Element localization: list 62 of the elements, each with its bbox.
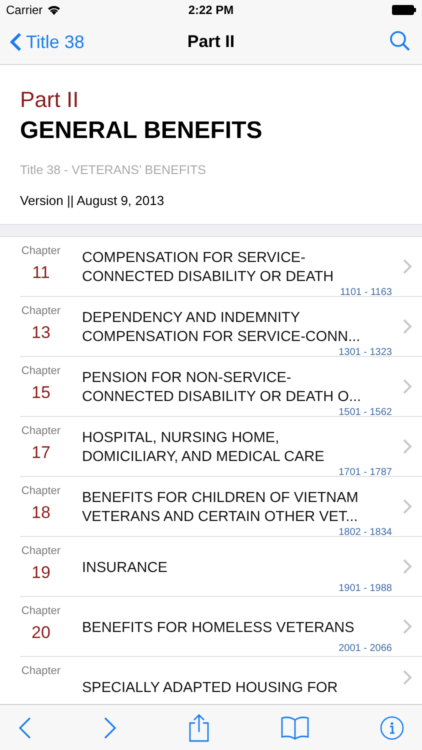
title-subtitle: Title 38 - VETERANS’ BENEFITS — [20, 163, 207, 177]
chapter-label: Chapter — [21, 545, 61, 557]
chapter-title: HOSPITAL, NURSING HOME, DOMICILIARY, AND MEDICAL CARE — [82, 429, 326, 467]
chapter-number: 20 — [32, 623, 50, 643]
carrier-label: Carrier — [6, 3, 43, 17]
book-icon[interactable] — [281, 716, 309, 740]
part-heading: GENERAL BENEFITS — [20, 117, 264, 145]
chapter-row[interactable]: Chapter 19 INSURANCE 1901 - 1988 — [20, 537, 422, 597]
chapter-title: INSURANCE — [82, 559, 168, 578]
chapter-number: 17 — [32, 443, 50, 463]
chapter-title: BENEFITS FOR HOMELESS VETERANS — [82, 619, 356, 638]
chapter-title: PENSION FOR NON-SERVICE- CONNECTED DISABILITY OR DEATH O... — [82, 369, 362, 407]
chapter-label: Chapter — [21, 605, 61, 617]
section-range: 1701 - 1787 — [338, 467, 392, 480]
chapter-row[interactable]: Chapter 13 DEPENDENCY AND INDEMNITY COMPENSATION FOR SERVICE-CONN... 1301 - 1323 — [20, 297, 422, 357]
back-icon[interactable] — [18, 716, 32, 740]
chevron-icon — [402, 439, 412, 454]
section-range: 1501 - 1562 — [338, 407, 392, 420]
chapter-number: 15 — [32, 383, 50, 403]
section-range: 1101 - 1163 — [340, 287, 392, 300]
chapter-label: Chapter — [21, 305, 61, 317]
chevron-icon — [402, 559, 412, 574]
version-text: Version || August 9, 2013 — [20, 193, 166, 208]
info-icon[interactable] — [380, 716, 404, 740]
chevron-icon — [402, 499, 412, 514]
chapter-label: Chapter — [21, 665, 61, 677]
chevron-icon — [10, 32, 22, 52]
chapter-row[interactable]: Chapter 20 BENEFITS FOR HOMELESS VETERANS 2001 - 2066 — [20, 597, 422, 657]
wifi-icon — [46, 5, 61, 15]
section-range: 1901 - 1988 — [338, 583, 392, 596]
chapter-row[interactable]: Chapter 17 HOSPITAL, NURSING HOME, DOMICILIARY, AND MEDICAL CARE 1701 - 1787 — [20, 417, 422, 477]
chapter-title: COMPENSATION FOR SERVICE- CONNECTED DISABILITY OR DEATH — [82, 249, 335, 287]
share-icon[interactable] — [188, 714, 210, 742]
chapter-row[interactable]: Chapter 11 COMPENSATION FOR SERVICE- CONNECTED DISABILITY OR DEATH 1101 - 1163 — [20, 237, 422, 297]
chevron-icon — [402, 259, 412, 274]
chapter-number: 13 — [32, 323, 50, 343]
section-range: 2001 - 2066 — [338, 643, 392, 656]
chapter-title: BENEFITS FOR CHILDREN OF VIETNAM VETERANS AND CERTAIN OTHER VET... — [82, 489, 360, 527]
battery-icon — [392, 5, 416, 15]
chevron-icon — [402, 319, 412, 334]
forward-icon[interactable] — [103, 716, 117, 740]
chapter-label: Chapter — [21, 425, 61, 437]
back-button[interactable]: Title 38 — [10, 32, 84, 52]
chapter-number: 11 — [32, 263, 50, 283]
chapter-number: 18 — [32, 503, 50, 523]
nav-title: Part II — [187, 32, 235, 52]
chapter-title: DEPENDENCY AND INDEMNITY COMPENSATION FOR SERVICE-CONN... — [82, 309, 362, 347]
chapter-title: SPECIALLY ADAPTED HOUSING FOR — [82, 679, 339, 698]
section-range: 1301 - 1323 — [338, 347, 392, 360]
chevron-icon — [402, 619, 412, 634]
chapter-row[interactable]: Chapter 15 PENSION FOR NON-SERVICE- CONNECTED DISABILITY OR DEATH O... 1501 - 1562 — [20, 357, 422, 417]
section-range: 1802 - 1834 — [338, 527, 392, 540]
chapter-row[interactable]: Chapter SPECIALLY ADAPTED HOUSING FOR — [20, 657, 422, 702]
chapter-label: Chapter — [21, 245, 61, 257]
part-label: Part II — [20, 87, 80, 113]
chapter-label: Chapter — [21, 365, 61, 377]
chevron-icon — [402, 379, 412, 394]
chevron-icon — [402, 670, 412, 685]
chapter-label: Chapter — [21, 485, 61, 497]
status-time: 2:22 PM — [188, 3, 234, 17]
chapter-row[interactable]: Chapter 18 BENEFITS FOR CHILDREN OF VIETNAM VETERANS AND CERTAIN OTHER VET... 1802 - 1834 — [20, 477, 422, 537]
chapter-number: 19 — [32, 563, 50, 583]
